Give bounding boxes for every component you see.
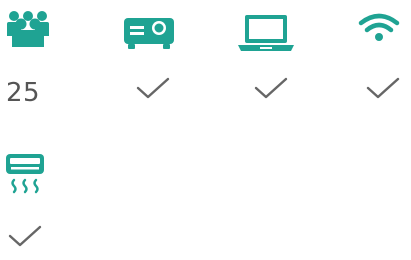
laptop-icon: [238, 13, 294, 53]
checkmark-icon: [366, 76, 400, 100]
amenity-air-conditioning: [0, 140, 100, 260]
people-group-icon: [6, 10, 50, 48]
air-conditioner-icon: [6, 154, 44, 194]
amenity-laptop: [226, 0, 326, 120]
capacity-count: 25: [6, 78, 41, 108]
amenity-grid: 25: [0, 0, 411, 255]
checkmark-icon: [136, 76, 170, 100]
checkmark-icon: [8, 224, 42, 248]
amenity-capacity: 25: [0, 0, 100, 120]
amenity-wifi: [352, 0, 411, 120]
wifi-icon: [358, 12, 400, 44]
checkmark-icon: [254, 76, 288, 100]
amenity-projector: [110, 0, 210, 120]
projector-icon: [124, 14, 174, 50]
